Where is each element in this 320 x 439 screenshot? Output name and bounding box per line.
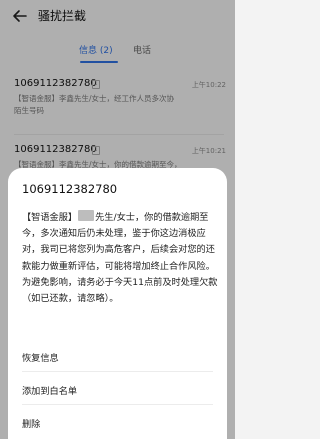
message-action-sheet: 1069112382780 【智语金服】 先生/女士，你的借款逾期至今，多次通知后… <box>8 168 227 439</box>
app-screen: 骚扰拦截 信息 (2) 电话 1069112382780 1 上午10:22 【… <box>0 0 235 439</box>
message-body-prefix: 【智语金服】 <box>22 212 78 223</box>
sheet-message-body: 【智语金服】 先生/女士，你的借款逾期至今，多次通知后仍未处理，鉴于你这边消极应对… <box>22 210 218 307</box>
restore-message-button[interactable]: 恢复信息 <box>22 350 59 364</box>
sheet-sender: 1069112382780 <box>22 182 118 196</box>
message-body-text: 先生/女士，你的借款逾期至今，多次通知后仍未处理，鉴于你这边消极应对，我司已将您… <box>22 212 218 305</box>
delete-button[interactable]: 删除 <box>22 416 40 430</box>
add-to-whitelist-button[interactable]: 添加到白名单 <box>22 383 77 397</box>
action-divider <box>22 371 213 372</box>
action-divider <box>22 404 213 405</box>
redacted-name <box>78 210 95 221</box>
